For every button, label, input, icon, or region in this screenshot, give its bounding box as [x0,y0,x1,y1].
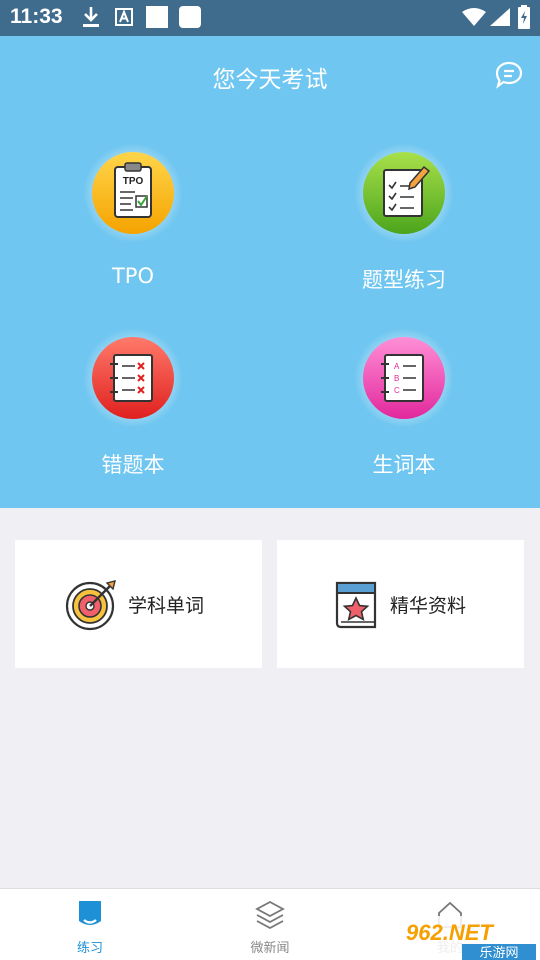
practice-shield-icon [79,901,101,925]
tab-micro-news[interactable]: 微新闻 [220,889,320,960]
abc-icon-letter-c: C [394,386,400,395]
grid-label-question-types: 题型练习 [362,268,446,292]
card-label-subject-words: 学科单词 [128,595,205,617]
page-title: 您今天考试 [212,67,328,93]
battery-icon [518,5,530,29]
watermark-sub: 乐游网 [479,946,518,960]
abc-list-icon: A B C [354,328,454,428]
abc-icon-letter-a: A [394,362,400,371]
grid-item-vocab-book[interactable]: A B C 生词本 [319,328,489,498]
tab-practice[interactable]: 练习 [40,889,140,960]
tpo-icon-text: TPO [123,176,144,187]
status-bar: 11:33 [0,0,540,36]
white-square-icon [146,6,168,28]
target-arrow-icon [65,580,116,631]
white-rounded-square-icon [179,6,201,28]
grid-label-tpo: TPO [111,264,155,288]
card-essential-materials[interactable]: 精华资料 [277,540,524,668]
abc-icon-letter-b: B [394,374,399,383]
tab-label-practice: 练习 [76,941,103,956]
grid-label-vocab-book: 生词本 [372,453,436,477]
card-subject-words[interactable]: 学科单词 [15,540,262,668]
wrong-list-icon [83,328,183,428]
grid-item-wrong-book[interactable]: 错题本 [48,328,218,498]
watermark-brand: 962.NET [406,920,494,945]
tab-label-micro-news: 微新闻 [250,941,290,956]
grid-item-question-types[interactable]: 题型练习 [319,143,489,313]
download-icon [83,7,99,27]
chat-bubble-icon[interactable] [494,60,524,90]
checklist-pencil-icon [354,143,454,243]
wifi-icon [462,8,486,26]
signal-icon [490,8,510,26]
status-time: 11:33 [10,5,63,28]
grid-item-tpo[interactable]: TPO TPO [48,143,218,313]
site-watermark: 962.NET 乐游网 [400,916,540,960]
card-label-essential-materials: 精华资料 [390,595,467,617]
star-book-icon [335,581,377,629]
grid-label-wrong-book: 错题本 [101,453,165,477]
layers-icon [255,900,285,930]
font-a-icon [115,8,133,26]
clipboard-tpo-icon: TPO [83,143,183,243]
